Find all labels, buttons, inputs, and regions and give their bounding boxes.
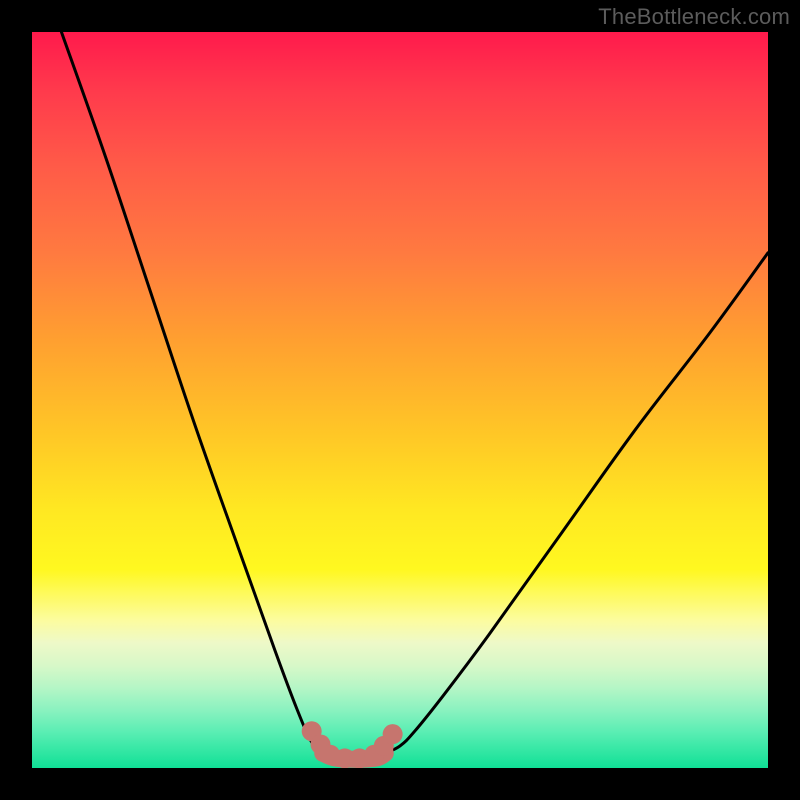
chart-svg <box>32 32 768 768</box>
plot-area <box>32 32 768 768</box>
curve-curve-left <box>61 32 322 753</box>
curve-curve-right <box>385 253 768 753</box>
watermark-text: TheBottleneck.com <box>598 4 790 30</box>
valley-marker <box>383 724 403 744</box>
chart-frame: TheBottleneck.com <box>0 0 800 800</box>
chart-layer <box>61 32 768 768</box>
